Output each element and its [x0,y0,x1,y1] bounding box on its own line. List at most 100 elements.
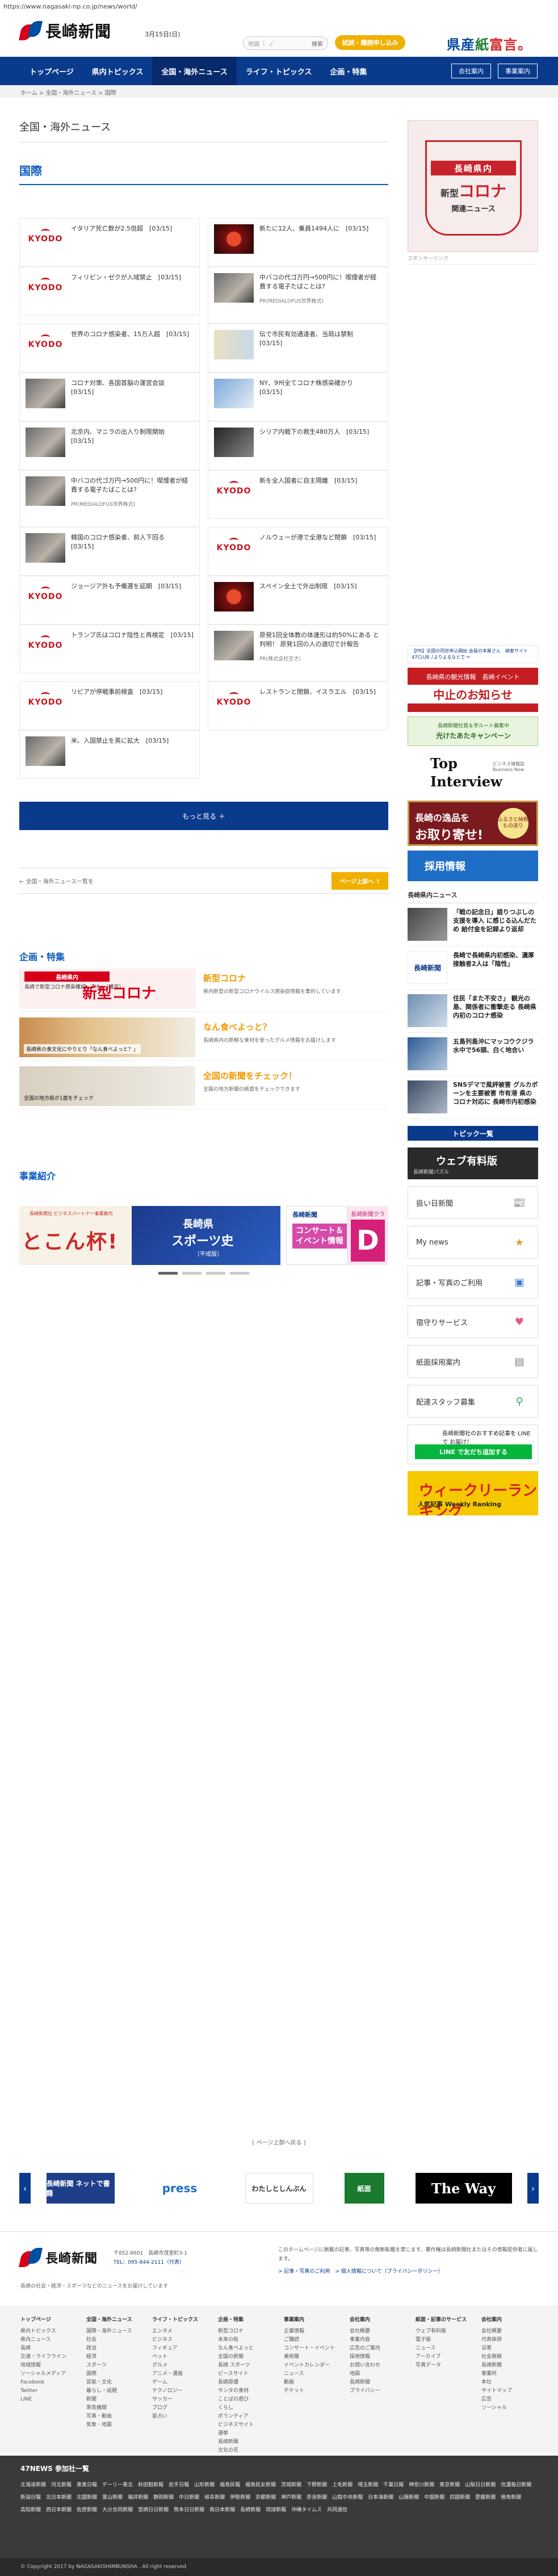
footer-link[interactable]: 長崎新聞 [218,2438,272,2447]
footer-link[interactable]: ニュース [284,2370,338,2378]
paper-link[interactable]: 神戸新聞 [281,2491,301,2504]
article-card[interactable]: スペイン全土で外出制限 [03/15] [208,576,388,625]
paper-link[interactable]: 千葉日報 [383,2479,404,2491]
article-title[interactable]: レストランと閉鎖、イスラエル [03/15] [259,688,382,697]
paper-link[interactable]: 佐賀新聞 [77,2504,97,2516]
article-title[interactable]: 新たに12人、乗員1494人に [03/15] [259,224,382,233]
article-card[interactable]: KYODO リビアが停戦事前検査 [03/15] [19,681,200,730]
tel-line[interactable]: TEL：095-844-2111（代表） [114,2258,187,2267]
carousel-item[interactable]: 紙面 [344,2173,384,2204]
kyodo-logo-icon[interactable]: KYODO [214,688,254,717]
local-news-item[interactable]: 住民「また不安さ」 観光の島、関係者に衝撃走る 長崎県内初のコロナ感染 [408,990,538,1033]
footer-link[interactable]: ブログ [152,2404,207,2412]
article-card[interactable]: KYODO フィリピン・ゼクが入域禁止 [03/15] [19,267,200,316]
business-carousel[interactable]: 長崎新聞社 ビジネスパートナー事業案内 とこん杯! 長崎県 スポーツ史 〔平成版… [19,1206,388,1265]
footer-link[interactable]: 本社 [481,2378,536,2387]
carousel-dot[interactable] [206,1272,225,1275]
article-thumbnail[interactable] [214,224,254,254]
paper-link[interactable]: 西日本新聞 [46,2504,72,2516]
kyodo-logo-icon[interactable]: KYODO [26,224,65,254]
paper-link[interactable]: 福島民報 [220,2479,240,2491]
article-thumbnail[interactable] [26,533,65,563]
footer-column-head[interactable]: 事業案内 [284,2315,338,2323]
footer-link[interactable]: 経済 [86,2353,141,2361]
paper-link[interactable]: 埼玉新聞 [358,2479,378,2491]
paper-link[interactable]: 北海道新聞 [20,2479,46,2491]
paper-link[interactable]: 琉球新報 [266,2504,286,2516]
footer-link[interactable]: 気象・地震 [86,2421,141,2430]
article-title[interactable]: 世界のコロナ感染者、15万人超 [03/15] [71,330,194,339]
footer-link[interactable]: ソーシャルメディア [20,2370,75,2378]
footer-note-links[interactable]: > 記事・写真のご利用 > 個人情報について（プライバシーポリシー） [278,2267,539,2276]
carousel-item[interactable]: わたしとしんぶん [245,2173,313,2204]
footer-link[interactable]: 長崎 スポーツ [218,2361,272,2370]
ad-gift[interactable]: 長崎の逸品を お取り寄せ! ふるさと納税もの送り [408,801,538,846]
pr-link[interactable]: 【PR】全国の同窓申込開始 会員の本屋さん 検索サイト 47CLUB ♪よりよる… [408,645,538,663]
footer-link[interactable]: 芸能・文化 [86,2378,141,2387]
local-news-item[interactable]: 「戦の記念日」語りつぶしの支援を導入 に感じる込んだため 給付金を記録より返却 [408,903,538,946]
footer-link[interactable]: ご購読 [284,2336,338,2344]
footer-link[interactable]: 星占い [152,2412,207,2421]
local-news-item[interactable]: SNSデマで風評被害 グルカボーンを主要被害 市有港 県のコロナ対応に 長崎市内… [408,1076,538,1119]
footer-link[interactable]: 新聞 [86,2395,141,2404]
footer-link[interactable]: ビジネスサイト [218,2421,272,2430]
article-title[interactable]: フィリピン・ゼクが入域禁止 [03/15] [71,273,194,282]
paper-link[interactable]: 京都新聞 [255,2491,276,2504]
article-card[interactable]: KYODO ノルウェーが港で全港など閉鎖 [03/15] [208,527,388,576]
article-card[interactable]: シリア内戦下の救生480万人 [03/15] [208,421,388,470]
company-button[interactable]: 会社案内 [451,64,491,78]
article-title[interactable]: シリア内戦下の救生480万人 [03/15] [259,428,382,437]
paper-link[interactable]: 東京新聞 [439,2479,460,2491]
article-title[interactable]: 中バコの代ゴ万円→500円に！喫煙者が経費する電子たばことは? [71,476,194,495]
local-news-item[interactable]: 五島列島沖にマッコウクジラ 水中で56頭、白く地合い [408,1033,540,1076]
article-thumbnail[interactable] [26,428,65,457]
ad-line[interactable]: 長崎新聞社のおすすめ記事を LINE で お届け！ LINE で友だち追加する [408,1425,538,1464]
paper-link[interactable]: 山陽新聞 [398,2491,419,2504]
article-thumbnail[interactable] [26,379,65,408]
nav-item-local[interactable]: 県内トピックス [83,57,153,85]
article-card[interactable]: 韓国のコロナ感染者、前人下回る [03/15] [19,527,200,576]
paper-link[interactable]: 北日本新聞 [46,2491,72,2504]
footer-link[interactable]: サンタの食材 [218,2387,272,2395]
footer-link[interactable]: 国際・海外ニュース [86,2327,141,2336]
ad-top-interview[interactable]: Top Interview ビジネス情報誌 Business Now [408,751,538,796]
article-thumbnail[interactable] [214,428,254,457]
paper-link[interactable]: 徳島新聞 [501,2491,521,2504]
paper-link[interactable]: 新潟日報 [20,2491,41,2504]
footer-link[interactable]: ビジネス [152,2336,207,2344]
paper-link[interactable]: 沖縄タイムス [291,2504,322,2516]
footer-link[interactable]: ことばの遊び [218,2395,272,2404]
paper-link[interactable]: 福島民友新聞 [245,2479,276,2491]
footer-link[interactable]: スポーツ [86,2361,141,2370]
service-menu-item[interactable]: 扱い日新聞 📰 [408,1186,538,1219]
paper-link[interactable]: 熊本日日新聞 [174,2504,204,2516]
paper-link[interactable]: 北國新聞 [77,2491,97,2504]
footer-link[interactable]: イベントカレンダー [284,2361,338,2370]
article-card[interactable]: 新たに12人、乗員1494人に [03/15] [208,218,388,267]
ad-campaign[interactable]: 長崎新聞社賞＆学ルート募集中 光けたあたキャンペーン [408,717,538,746]
news-thumbnail[interactable] [408,1037,447,1070]
business-panel-3[interactable]: 長崎新聞 コンサート＆イベント情報 [286,1206,347,1265]
search-field-1[interactable]: 地図 [248,39,259,48]
paper-link[interactable]: 大分合同新聞 [102,2504,133,2516]
paper-link[interactable]: 神奈川新聞 [409,2479,434,2491]
paper-link[interactable]: 共同通信 [327,2504,347,2516]
footer-link[interactable]: 事業所 [481,2370,536,2378]
nagasaki-logo-icon[interactable]: 長崎新聞 [408,951,447,984]
business-panel-2[interactable]: 長崎県 スポーツ史 〔平成版〕 [132,1206,280,1265]
carousel-item[interactable]: 長崎新聞 ネットで書籍 [46,2173,115,2204]
article-title[interactable]: リビアが停戦事前検査 [03/15] [71,688,194,697]
carousel-next-icon[interactable]: › [527,2173,539,2204]
footer-link[interactable]: 文化の花 [218,2447,272,2455]
news-title[interactable]: 五島列島沖にマッコウクジラ 水中で56頭、白く地合い [453,1037,540,1071]
line-add-button[interactable]: LINE で友だち追加する [415,1444,532,1459]
footer-link[interactable]: ゲーム [152,2378,207,2387]
footer-link[interactable]: ソーシャル [481,2404,536,2412]
article-title[interactable]: 韓国のコロナ感染者、前人下回る [03/15] [71,533,194,551]
back-link[interactable]: ← 全国・海外ニュース一覧を [19,877,94,885]
article-thumbnail[interactable] [26,736,65,766]
carousel-dot[interactable] [230,1272,249,1275]
footer-link[interactable]: ウェブ有料版 [416,2327,470,2336]
header-banner[interactable]: 県産紙富言。 [438,33,540,53]
site-logo[interactable]: 長崎新聞 [19,19,111,42]
